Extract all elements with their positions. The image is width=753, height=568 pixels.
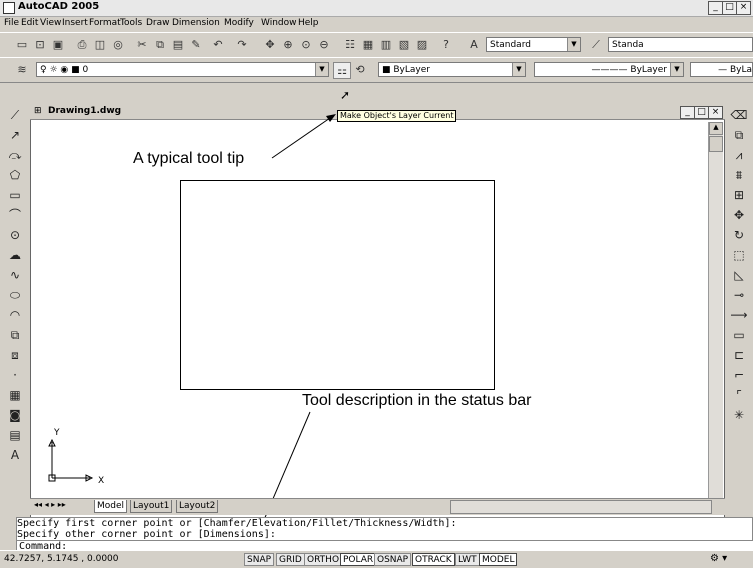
annotation-arrows	[248, 114, 336, 552]
communication-center-icon[interactable]: ⚙ ▾	[710, 553, 727, 564]
ortho-button[interactable]: ORTHO	[304, 553, 343, 566]
lwt-button[interactable]: LWT	[455, 553, 480, 566]
coordinate-readout[interactable]: 42.7257, 5.1745 , 0.0000	[4, 554, 119, 564]
snap-button[interactable]: SNAP	[244, 553, 275, 566]
tab-nav-arrows-icon[interactable]: ◂◂ ◂ ▸ ▸▸	[34, 500, 66, 509]
ucs-x-label: X	[98, 476, 105, 486]
horizontal-scrollbar[interactable]	[450, 500, 712, 514]
status-bar: 42.7257, 5.1745 , 0.0000 SNAP GRID ORTHO…	[0, 550, 753, 568]
tab-model[interactable]: Model	[94, 500, 128, 513]
command-window[interactable]: Specify first corner point or [Chamfer/E…	[16, 517, 753, 552]
otrack-button[interactable]: OTRACK	[412, 553, 455, 566]
polar-button[interactable]: POLAR	[340, 553, 377, 566]
osnap-button[interactable]: OSNAP	[374, 553, 412, 566]
model-button[interactable]: MODEL	[479, 553, 518, 566]
command-line-1: Specify first corner point or [Chamfer/E…	[17, 518, 457, 529]
grid-button[interactable]: GRID	[276, 553, 305, 566]
tab-layout1[interactable]: Layout1	[130, 500, 173, 513]
layout-tabs-bar: ◂◂ ◂ ▸ ▸▸ Model Layout1 Layout2	[30, 498, 725, 515]
command-line-2: Specify other corner point or [Dimension…	[17, 529, 276, 540]
tab-layout2[interactable]: Layout2	[176, 500, 219, 513]
ucs-y-label: Y	[54, 428, 60, 438]
